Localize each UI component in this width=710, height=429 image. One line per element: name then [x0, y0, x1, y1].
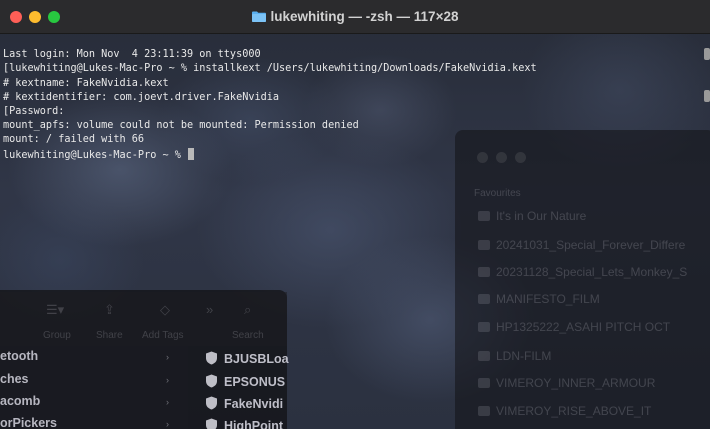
toolbar-tags-label: Add Tags: [142, 330, 184, 341]
search-icon[interactable]: ⌕: [244, 302, 251, 318]
folder-icon: [478, 322, 490, 332]
terminal-line: [lukewhiting@Lukes-Mac-Pro ~ % installke…: [3, 63, 537, 75]
favorite-item[interactable]: MANIFESTO_FILM: [478, 292, 600, 306]
shield-icon: [206, 396, 217, 410]
group-icon[interactable]: ☰▾: [46, 302, 64, 318]
toolbar-group-label: Group: [43, 330, 71, 341]
desktop-background: Favourites It's in Our Nature 20241031_S…: [0, 0, 710, 429]
chevron-right-icon[interactable]: ›: [166, 397, 169, 407]
file-item[interactable]: EPSONUS: [205, 374, 285, 389]
folder-icon: [478, 267, 490, 277]
terminal-prompt: lukewhiting@Lukes-Mac-Pro ~ %: [3, 149, 188, 161]
favorite-item[interactable]: VIMEROY_INNER_ARMOUR: [478, 376, 655, 390]
favorite-item[interactable]: LDN-FILM: [478, 349, 551, 363]
folder-icon: [478, 378, 490, 388]
terminal-prompt-line[interactable]: lukewhiting@Lukes-Mac-Pro ~ %: [3, 147, 710, 163]
folder-icon: [478, 406, 490, 416]
folder-icon: [478, 351, 490, 361]
chevron-right-icon[interactable]: ›: [166, 419, 169, 429]
favorite-item[interactable]: 20231128_Special_Lets_Monkey_S: [478, 265, 687, 279]
sidebar-item[interactable]: ches: [0, 372, 29, 386]
terminal-line: mount: / failed with 66: [3, 134, 145, 146]
favorite-item[interactable]: It's in Our Nature: [478, 209, 586, 223]
terminal-line: [Password:: [3, 106, 65, 118]
terminal-line: # kextname: FakeNvidia.kext: [3, 77, 169, 89]
sidebar-item[interactable]: etooth: [0, 349, 38, 363]
chevron-right-icon[interactable]: ›: [166, 375, 169, 385]
folder-icon: [478, 211, 490, 221]
share-icon[interactable]: ⇪: [104, 302, 115, 318]
title-bar[interactable]: lukewhiting — -zsh — 117×28: [0, 0, 710, 34]
window-title: lukewhiting — -zsh — 117×28: [270, 9, 459, 24]
line-marker: [704, 90, 710, 102]
folder-icon: [478, 294, 490, 304]
chevron-right-icon[interactable]: ›: [166, 352, 169, 362]
toolbar-search-label: Search: [232, 330, 264, 341]
sidebar-item[interactable]: acomb: [0, 394, 40, 408]
folder-icon: [478, 240, 490, 250]
shield-icon: [206, 418, 217, 429]
tag-icon[interactable]: ◇: [160, 302, 170, 318]
terminal-line: mount_apfs: volume could not be mounted:…: [3, 120, 359, 132]
toolbar-share-label: Share: [96, 330, 123, 341]
text-cursor: [188, 147, 195, 160]
shield-icon: [206, 374, 217, 388]
file-item[interactable]: HighPoint: [205, 418, 283, 429]
terminal-output[interactable]: Last login: Mon Nov 4 23:11:39 on ttys00…: [3, 34, 710, 191]
file-item[interactable]: BJUSBLoa: [205, 351, 289, 366]
terminal-line: Last login: Mon Nov 4 23:11:39 on ttys00…: [3, 49, 261, 61]
favorite-item[interactable]: 20241031_Special_Forever_Differe: [478, 238, 685, 252]
folder-icon: [251, 11, 266, 22]
chevron-right-icon[interactable]: »: [206, 302, 213, 317]
sidebar-item[interactable]: orPickers: [0, 416, 57, 429]
terminal-line: # kextidentifier: com.joevt.driver.FakeN…: [3, 91, 280, 103]
shield-icon: [206, 351, 217, 365]
favorite-item[interactable]: HP1325222_ASAHI PITCH OCT: [478, 320, 670, 334]
line-marker: [704, 48, 710, 60]
file-item[interactable]: FakeNvidi: [205, 396, 283, 411]
window-title-container: lukewhiting — -zsh — 117×28: [0, 0, 710, 33]
favorite-item[interactable]: VIMEROY_RISE_ABOVE_IT: [478, 404, 651, 418]
